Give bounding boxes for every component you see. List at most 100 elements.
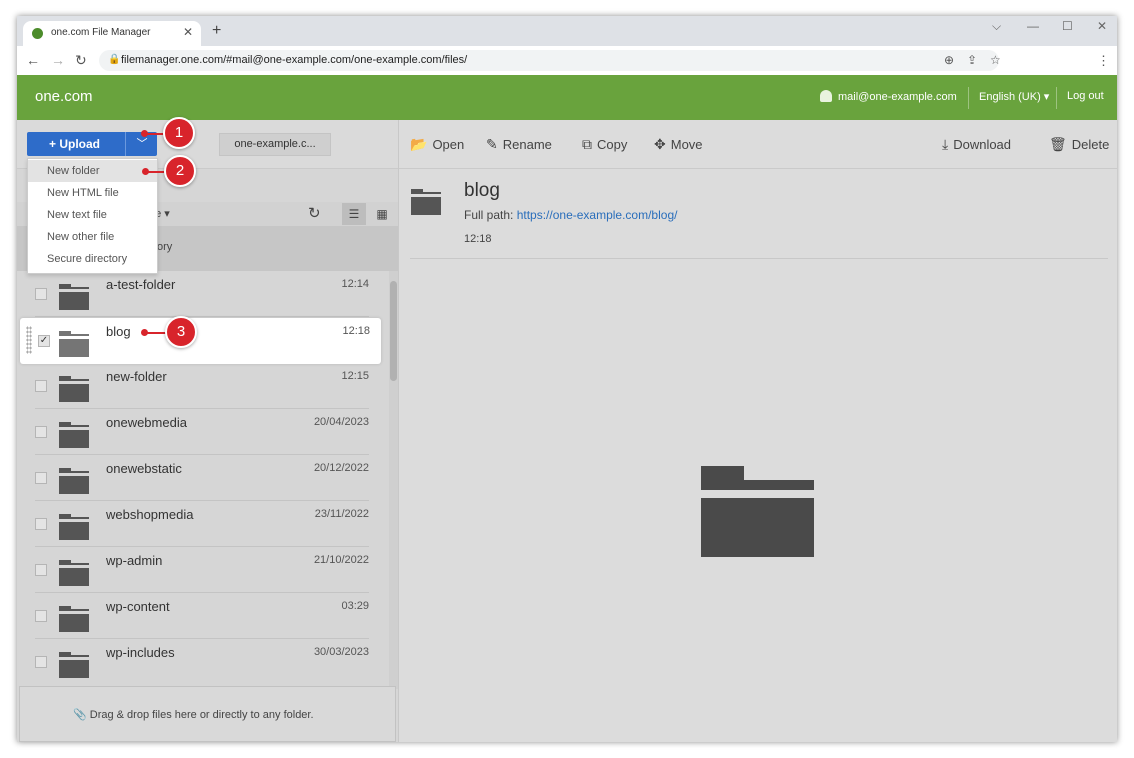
tab-search-icon[interactable]: ⌵	[992, 19, 1001, 34]
list-item[interactable]: wp-content 03:29	[17, 593, 389, 639]
row-checkbox[interactable]	[35, 656, 47, 668]
open-folder-icon: 📂	[410, 136, 427, 153]
window-close-icon[interactable]: ✕	[1097, 19, 1107, 33]
menu-item-secure-directory[interactable]: Secure directory	[28, 248, 157, 270]
back-icon[interactable]: ←	[26, 52, 40, 68]
file-time: 20/04/2023	[314, 416, 369, 428]
list-view-icon[interactable]: ☰	[342, 203, 366, 225]
favicon-icon	[32, 28, 43, 39]
menu-item-new-folder[interactable]: New folder	[28, 160, 157, 182]
breadcrumb[interactable]: one-example.c...	[219, 133, 331, 156]
upload-button[interactable]: + Upload ﹀	[27, 132, 157, 156]
refresh-icon[interactable]: ↻	[308, 204, 321, 222]
file-time: 03:29	[341, 600, 369, 612]
folder-icon	[59, 422, 89, 448]
url-text: filemanager.one.com/#mail@one-example.co…	[121, 54, 467, 66]
menu-item-new-html-file[interactable]: New HTML file	[28, 182, 157, 204]
row-divider	[35, 316, 369, 317]
row-checkbox[interactable]	[35, 610, 47, 622]
list-item[interactable]: wp-admin 21/10/2022	[17, 547, 389, 593]
row-checkbox[interactable]	[35, 564, 47, 576]
detail-path: Full path: https://one-example.com/blog/	[464, 208, 677, 222]
download-icon: ⤓	[942, 136, 948, 153]
row-checkbox[interactable]	[35, 426, 47, 438]
detail-divider	[410, 258, 1108, 259]
user-icon	[820, 90, 832, 102]
download-button[interactable]: ⤓Download	[942, 136, 1011, 153]
maximize-icon[interactable]: ☐	[1062, 19, 1073, 33]
folder-icon	[59, 376, 89, 402]
tab-close-icon[interactable]: ✕	[183, 25, 193, 39]
file-name: wp-content	[106, 599, 170, 614]
delete-button[interactable]: 🗑Delete	[1049, 136, 1109, 153]
one-com-logo[interactable]: one.com	[35, 88, 93, 105]
browser-menu-icon[interactable]: ⋮	[1097, 53, 1110, 69]
url-field[interactable]: 🔒 filemanager.one.com/#mail@one-example.…	[99, 50, 999, 71]
menu-item-new-other-file[interactable]: New other file	[28, 226, 157, 248]
share-icon[interactable]: ⇪	[967, 53, 977, 67]
row-checkbox[interactable]	[35, 518, 47, 530]
row-checkbox[interactable]	[35, 288, 47, 300]
large-folder-icon	[701, 466, 814, 557]
drop-zone[interactable]: 📎 Drag & drop files here or directly to …	[19, 686, 396, 742]
forward-icon[interactable]: →	[51, 52, 65, 68]
copy-button[interactable]: ⧉Copy	[582, 136, 627, 153]
drag-handle-icon[interactable]	[26, 326, 32, 354]
folder-icon	[59, 331, 89, 357]
file-time: 20/12/2022	[314, 462, 369, 474]
bookmark-star-icon[interactable]: ☆	[990, 53, 1001, 67]
callout-badge: 3	[165, 316, 197, 348]
row-checkbox[interactable]	[35, 380, 47, 392]
folder-icon	[59, 606, 89, 632]
row-checkbox[interactable]: ✓	[38, 335, 50, 347]
header-divider	[968, 87, 969, 109]
browser-window: one.com File Manager ✕ + ⌵ — ☐ ✕ ← → ↻ 🔒…	[17, 16, 1117, 742]
detail-panel: 📂Open ✎Rename ⧉Copy ✥Move ⤓Download 🗑Del…	[398, 120, 1117, 742]
app-header: one.com mail@one-example.com English (UK…	[17, 75, 1117, 120]
logout-link[interactable]: Log out	[1067, 90, 1104, 102]
file-time: 30/03/2023	[314, 646, 369, 658]
action-toolbar: 📂Open ✎Rename ⧉Copy ✥Move ⤓Download 🗑Del…	[399, 120, 1117, 169]
browser-tab[interactable]: one.com File Manager ✕	[23, 21, 201, 46]
callout-line	[145, 133, 163, 135]
user-account[interactable]: mail@one-example.com	[820, 90, 957, 103]
folder-icon	[59, 468, 89, 494]
file-name: blog	[106, 324, 131, 339]
file-time: 12:15	[341, 370, 369, 382]
file-time: 23/11/2022	[315, 508, 369, 520]
file-name: a-test-folder	[106, 277, 175, 292]
drop-zone-text: 📎 Drag & drop files here or directly to …	[73, 708, 314, 721]
list-item[interactable]: webshopmedia 23/11/2022	[17, 501, 389, 547]
list-item[interactable]: onewebstatic 20/12/2022	[17, 455, 389, 501]
row-checkbox[interactable]	[35, 472, 47, 484]
rename-button[interactable]: ✎Rename	[486, 136, 552, 153]
list-item[interactable]: a-test-folder 12:14	[17, 271, 389, 317]
file-name: wp-includes	[106, 645, 175, 660]
file-list-scrollbar[interactable]	[389, 271, 398, 689]
folder-icon	[59, 560, 89, 586]
detail-time: 12:18	[464, 233, 492, 245]
new-tab-button[interactable]: +	[212, 22, 221, 40]
minimize-icon[interactable]: —	[1027, 19, 1039, 33]
reload-icon[interactable]: ↻	[75, 52, 87, 69]
open-button[interactable]: 📂Open	[410, 136, 464, 153]
file-time: 12:18	[342, 325, 370, 337]
menu-item-new-text-file[interactable]: New text file	[28, 204, 157, 226]
language-selector[interactable]: English (UK) ▾	[979, 90, 1049, 103]
scrollbar-thumb[interactable]	[390, 281, 397, 381]
list-item[interactable]: wp-includes 30/03/2023	[17, 639, 389, 685]
trash-icon: 🗑	[1049, 136, 1067, 153]
grid-view-icon[interactable]: ▦	[370, 203, 394, 225]
paperclip-icon: 📎	[73, 709, 87, 721]
zoom-icon[interactable]: ⊕	[944, 53, 954, 67]
list-item-selected[interactable]: ✓ blog 12:18	[20, 318, 381, 364]
path-link[interactable]: https://one-example.com/blog/	[517, 208, 678, 222]
file-name: new-folder	[106, 369, 167, 384]
list-item[interactable]: new-folder 12:15	[17, 363, 389, 409]
path-label: Full path:	[464, 208, 513, 222]
move-button[interactable]: ✥Move	[654, 136, 703, 153]
list-item[interactable]: onewebmedia 20/04/2023	[17, 409, 389, 455]
folder-icon	[411, 189, 441, 215]
parent-directory-label: ory	[157, 241, 172, 253]
detail-title: blog	[464, 180, 500, 202]
